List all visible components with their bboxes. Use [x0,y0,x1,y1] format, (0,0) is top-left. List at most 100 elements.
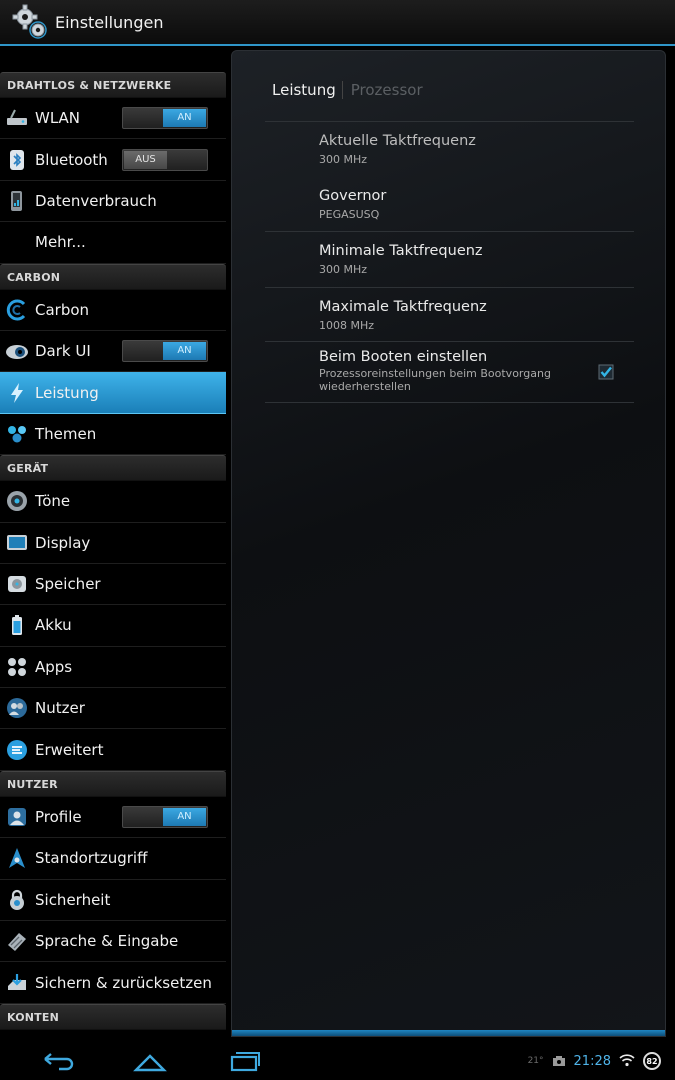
backup-icon [5,971,29,995]
sidebar-item-label: Profile [35,808,82,827]
sidebar-item-darkui[interactable]: Dark UI AN [0,331,226,373]
sidebar-item-datenverbrauch[interactable]: Datenverbrauch [0,181,226,223]
toggle-knob: AN [163,808,206,827]
sidebar-item-label: Erweitert [35,740,104,759]
wlan-toggle[interactable]: AN [122,107,208,130]
section-header-konten: KONTEN [0,1003,226,1030]
tab-bar: Leistung Prozessor [272,81,423,99]
location-icon [5,846,29,870]
pref-title: Minimale Taktfrequenz [319,243,483,259]
sidebar-item-toene[interactable]: Töne [0,481,226,523]
settings-sidebar: DRAHTLOS & NETZWERKE WLAN AN Bluetooth A… [0,72,226,1032]
sidebar-item-leistung[interactable]: Leistung [0,372,226,414]
sidebar-item-sichern[interactable]: Sichern & zurücksetzen [0,962,226,1004]
sidebar-item-sicherheit[interactable]: Sicherheit [0,880,226,922]
apps-icon [5,655,29,679]
tab-leistung[interactable]: Leistung [272,81,343,99]
sidebar-item-label: Sichern & zurücksetzen [35,973,212,992]
toggle-knob: AN [163,342,206,361]
themes-icon [5,422,29,446]
pref-governor[interactable]: Governor PEGASUSQ [265,177,634,232]
users-icon [5,696,29,720]
sidebar-item-label: Carbon [35,300,90,319]
sidebar-item-label: Standortzugriff [35,849,148,868]
home-icon[interactable] [130,1048,170,1074]
sidebar-item-profile[interactable]: Profile AN [0,797,226,839]
pref-title: Maximale Taktfrequenz [319,299,487,315]
sidebar-item-apps[interactable]: Apps [0,647,226,689]
section-header-geraet: GERÄT [0,455,226,482]
sidebar-item-carbon[interactable]: Carbon [0,290,226,331]
sidebar-item-label: Leistung [35,383,99,402]
keyboard-icon [5,929,29,953]
sidebar-item-sprache[interactable]: Sprache & Eingabe [0,921,226,963]
section-header-wireless: DRAHTLOS & NETZWERKE [0,72,226,98]
profile-toggle[interactable]: AN [122,806,208,829]
pref-summary: 1008 MHz [319,319,375,332]
sidebar-item-display[interactable]: Display [0,523,226,564]
gear-icon[interactable] [10,2,50,42]
darkui-toggle[interactable]: AN [122,340,208,363]
sidebar-item-label: Apps [35,657,73,676]
wifi-icon [619,1052,635,1071]
pref-aktuelle-taktfrequenz: Aktuelle Taktfrequenz 300 MHz [265,122,634,177]
boot-checkbox[interactable] [598,364,614,380]
back-icon[interactable] [38,1048,78,1074]
carbon-logo-icon [5,298,29,322]
toggle-knob: AUS [124,150,167,169]
sidebar-item-themen[interactable]: Themen [0,414,226,456]
pref-summary: Prozessoreinstellungen beim Bootvorgang … [319,367,551,393]
battery-icon [5,613,29,637]
tab-prozessor[interactable]: Prozessor [343,81,423,99]
bluetooth-toggle[interactable]: AUS [122,148,208,171]
speaker-icon [5,489,29,513]
sidebar-item-label: Speicher [35,575,101,594]
sidebar-item-label: Dark UI [35,342,91,361]
pref-title: Aktuelle Taktfrequenz [319,133,476,149]
lightning-icon [5,381,29,405]
pref-summary: 300 MHz [319,263,368,276]
sidebar-item-label: Akku [35,616,72,635]
storage-icon [5,572,29,596]
sidebar-item-label: Töne [35,492,71,511]
sidebar-item-label: Sicherheit [35,890,111,909]
sidebar-item-label: Nutzer [35,699,85,718]
sidebar-item-mehr[interactable]: Mehr... [0,222,226,264]
wifi-router-icon [5,106,29,130]
preference-list: Aktuelle Taktfrequenz 300 MHz Governor P… [265,121,634,403]
sidebar-item-label: WLAN [35,109,81,128]
profile-icon [5,805,29,829]
phone-data-icon [5,189,29,213]
sidebar-item-standortzugriff[interactable]: Standortzugriff [0,838,226,880]
advanced-icon [5,738,29,762]
section-header-nutzer: NUTZER [0,770,226,797]
detail-panel: Leistung Prozessor Aktuelle Taktfrequenz… [231,50,666,1037]
display-icon [5,531,29,555]
sidebar-item-nutzer[interactable]: Nutzer [0,688,226,730]
sidebar-item-akku[interactable]: Akku [0,605,226,647]
sidebar-item-erweitert[interactable]: Erweitert [0,729,226,771]
recent-apps-icon[interactable] [225,1048,265,1074]
sidebar-item-label: Display [35,533,91,552]
app-title: Einstellungen [55,12,164,32]
toggle-knob: AN [163,109,206,128]
sidebar-item-bluetooth[interactable]: Bluetooth AUS [0,139,226,181]
sidebar-item-label: Themen [35,424,97,443]
sidebar-item-label: Sprache & Eingabe [35,932,179,951]
sidebar-item-label: Bluetooth [35,150,108,169]
pref-minimale-taktfrequenz[interactable]: Minimale Taktfrequenz 300 MHz [265,232,634,287]
pref-title: Governor [319,188,387,204]
pref-maximale-taktfrequenz[interactable]: Maximale Taktfrequenz 1008 MHz [265,287,634,342]
battery-level-icon: 82 [643,1052,661,1070]
status-area[interactable]: 21° 21:28 82 [528,1042,661,1080]
sidebar-item-wlan[interactable]: WLAN AN [0,98,226,140]
pref-beim-booten-einstellen[interactable]: Beim Booten einstellen Prozessoreinstell… [265,342,634,403]
sidebar-item-speicher[interactable]: Speicher [0,564,226,606]
sidebar-item-label: Datenverbrauch [35,191,157,210]
dark-ui-icon [5,339,29,363]
bluetooth-icon [5,148,29,172]
pref-summary: 300 MHz [319,153,368,166]
pref-summary: PEGASUSQ [319,208,380,221]
pref-title: Beim Booten einstellen [319,349,488,365]
clock: 21:28 [573,1053,611,1069]
